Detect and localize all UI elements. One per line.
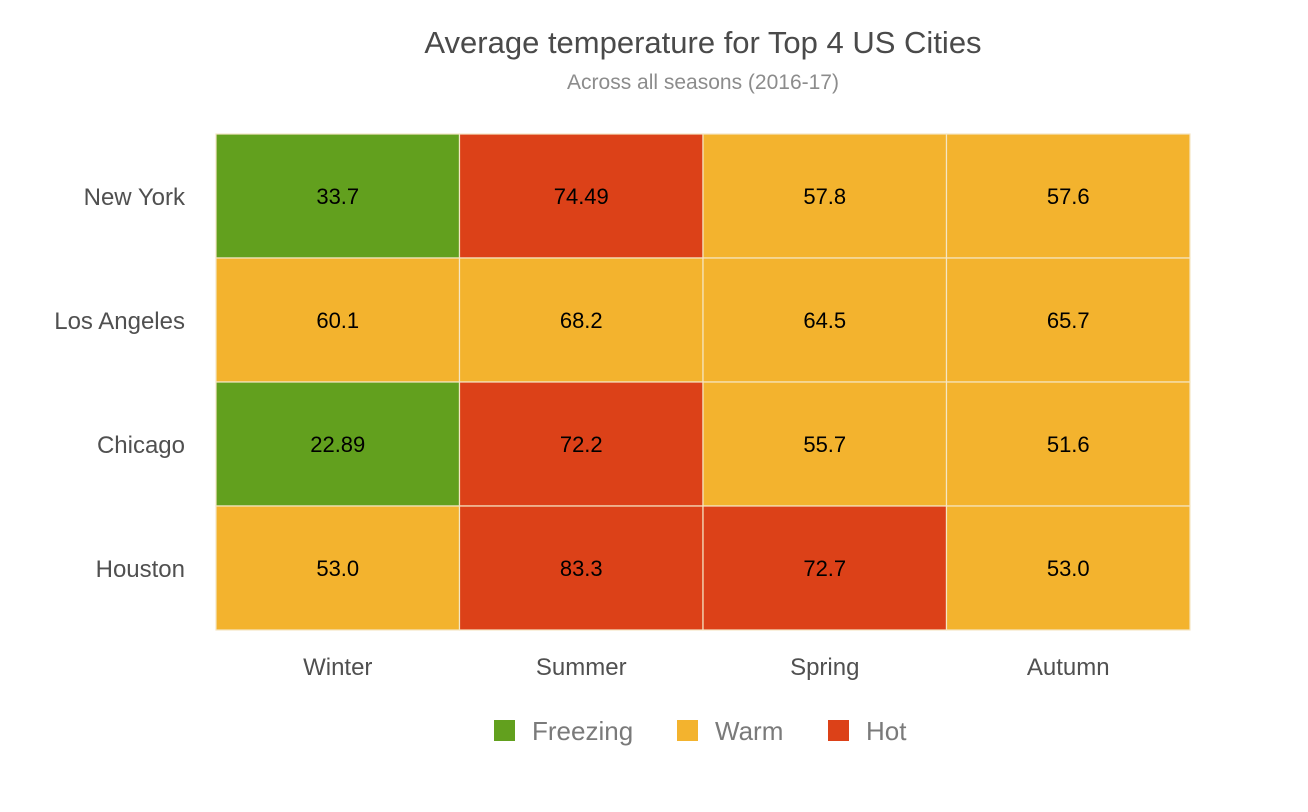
chart-subtitle: Across all seasons (2016-17) xyxy=(567,71,839,94)
legend-label: Hot xyxy=(866,716,907,746)
cell-value-label: 33.7 xyxy=(316,184,359,209)
row-label-houston: Houston xyxy=(96,556,185,583)
legend-item-hot[interactable]: Hot xyxy=(828,716,907,746)
heatmap-cells: 33.7 74.49 57.8 57.6 60.1 68.2 64.5 65.7 22.89 72… xyxy=(215,133,1191,631)
cell-value-label: 57.6 xyxy=(1047,184,1090,209)
cell-value-label: 72.7 xyxy=(803,556,846,581)
cell-value-label: 72.2 xyxy=(560,432,603,457)
column-label-winter: Winter xyxy=(303,654,372,681)
column-labels: Winter Summer Spring Autumn xyxy=(303,654,1110,681)
legend-label: Freezing xyxy=(532,716,633,746)
cell-value-label: 55.7 xyxy=(803,432,846,457)
cell-value-label: 68.2 xyxy=(560,308,603,333)
column-label-autumn: Autumn xyxy=(1027,654,1110,681)
column-label-spring: Spring xyxy=(790,654,859,681)
legend: Freezing Warm Hot xyxy=(494,716,907,746)
heatmap-chart: Average temperature for Top 4 US Cities … xyxy=(54,25,1191,746)
legend-item-warm[interactable]: Warm xyxy=(677,716,783,746)
cell-value-label: 64.5 xyxy=(803,308,846,333)
row-label-new-york: New York xyxy=(84,184,186,211)
legend-item-freezing[interactable]: Freezing xyxy=(494,716,633,746)
cell-value-label: 53.0 xyxy=(1047,556,1090,581)
cell-value-label: 51.6 xyxy=(1047,432,1090,457)
legend-label: Warm xyxy=(715,716,783,746)
cell-value-label: 22.89 xyxy=(310,432,365,457)
legend-swatch xyxy=(494,720,515,741)
cell-value-label: 65.7 xyxy=(1047,308,1090,333)
row-labels: New York Los Angeles Chicago Houston xyxy=(54,184,186,583)
legend-swatch xyxy=(828,720,849,741)
cell-value-label: 74.49 xyxy=(554,184,609,209)
chart-title: Average temperature for Top 4 US Cities xyxy=(424,25,981,60)
cell-value-label: 60.1 xyxy=(316,308,359,333)
cell-value-label: 83.3 xyxy=(560,556,603,581)
row-label-los-angeles: Los Angeles xyxy=(54,308,185,335)
cell-value-label: 57.8 xyxy=(803,184,846,209)
column-label-summer: Summer xyxy=(536,654,627,681)
legend-swatch xyxy=(677,720,698,741)
row-label-chicago: Chicago xyxy=(97,432,185,459)
cell-value-label: 53.0 xyxy=(316,556,359,581)
